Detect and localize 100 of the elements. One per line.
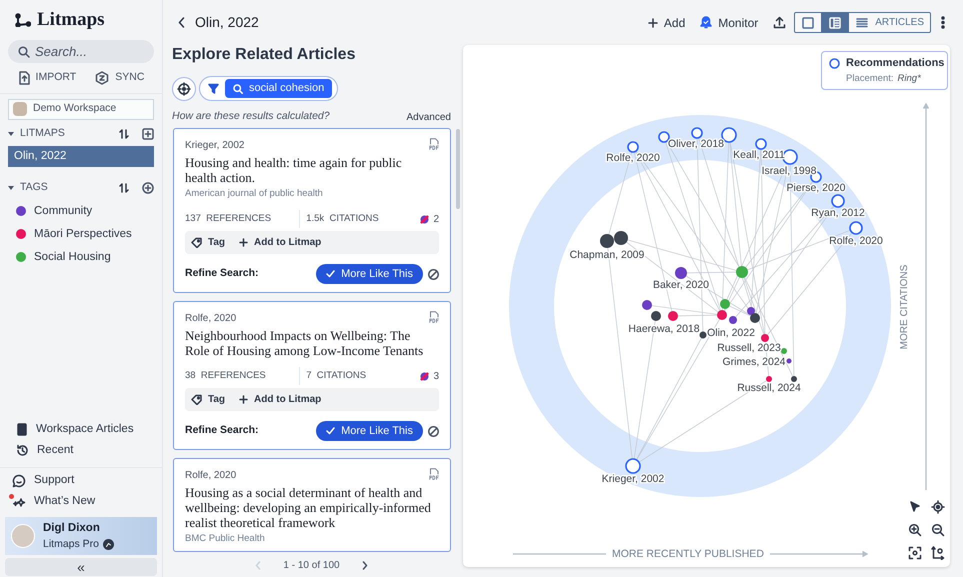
refine-search-label: Refine Search: — [185, 423, 260, 438]
sync-button[interactable]: SYNC — [91, 68, 148, 88]
article-card[interactable]: Rolfe, 2020 Housing as a social determinant of health and wellbeing: developing an empirically-informed realist theoretical framework BMC Public Health — [173, 458, 451, 552]
article-node[interactable] — [791, 376, 797, 382]
chevron-left-icon — [255, 561, 262, 570]
node-label: Haerewa, 2018 — [628, 322, 700, 335]
article-title[interactable]: Neighbourhood Impacts on Wellbeing: The Role of Housing among Low-Income Tenants — [185, 328, 439, 358]
references-count[interactable]: 38 REFERENCES — [185, 369, 300, 384]
legend-title: Recommendations — [846, 57, 944, 70]
article-title[interactable]: Housing and health: time again for public health action. — [185, 155, 439, 185]
more-menu-button[interactable] — [941, 16, 945, 29]
recommendation-node[interactable] — [831, 194, 845, 208]
recommendation-node[interactable] — [691, 127, 703, 139]
advanced-button[interactable]: Advanced — [406, 110, 451, 124]
article-node[interactable] — [736, 266, 748, 278]
nav-link[interactable]: Recent — [0, 440, 162, 461]
article-node[interactable] — [781, 348, 787, 354]
plus-icon — [648, 18, 658, 28]
node-label: Rolfe, 2020 — [829, 234, 883, 247]
monitor-button[interactable]: Monitor — [700, 14, 758, 32]
search-chip[interactable]: social cohesion — [225, 79, 332, 98]
node-label: Grimes, 2024 — [722, 356, 786, 368]
recommendation-node[interactable] — [625, 458, 641, 474]
add-to-litmap-button[interactable]: Add to Litmap — [239, 235, 322, 250]
tag-button[interactable]: Tag — [191, 392, 226, 408]
user-card[interactable]: Digl Dixon Litmaps Pro — [5, 517, 157, 555]
crosshair-button[interactable] — [930, 499, 946, 515]
map-view-toggle[interactable] — [795, 13, 822, 32]
import-button[interactable]: IMPORT — [14, 68, 80, 88]
list-view-toggle[interactable]: ARTICLES — [848, 13, 930, 32]
focus-frame-icon — [908, 546, 922, 560]
avatar-placeholder — [13, 102, 27, 116]
panel-heading: Explore Related Articles — [172, 45, 356, 65]
nav-link[interactable]: Support — [0, 470, 86, 491]
hollow-circle-icon — [829, 58, 840, 69]
zoom-in-icon — [908, 523, 922, 537]
article-node[interactable] — [675, 267, 687, 279]
article-node[interactable] — [700, 332, 706, 338]
scrollbar-thumb[interactable] — [456, 129, 460, 209]
tag-item[interactable]: Māori Perspectives — [34, 226, 132, 243]
history-icon — [16, 444, 29, 457]
search-field[interactable]: Search... — [8, 40, 154, 63]
article-node[interactable] — [614, 231, 628, 245]
tag-item[interactable]: Community — [34, 202, 92, 220]
sort-icon — [118, 128, 130, 140]
recommendation-node[interactable] — [658, 131, 670, 143]
tag-item[interactable]: Social Housing — [34, 248, 111, 266]
references-count[interactable]: 137 REFERENCES — [185, 212, 300, 226]
article-node[interactable] — [642, 300, 652, 310]
add-button[interactable]: Add — [648, 14, 686, 32]
article-node[interactable] — [651, 311, 661, 321]
article-title[interactable]: Housing as a social determinant of health and wellbeing: developing an empirically-informed realist theoretical framework — [185, 485, 439, 530]
layout-settings-button[interactable] — [930, 545, 946, 561]
focus-frame-button[interactable] — [907, 545, 923, 561]
more-like-this-button[interactable]: More Like This — [316, 421, 423, 442]
litmap-item[interactable]: Olin, 2022 — [8, 146, 154, 167]
recommendation-node[interactable] — [849, 221, 863, 235]
article-node[interactable] — [720, 299, 730, 309]
chevron-right-icon — [362, 561, 368, 570]
citations-count[interactable]: 7 CITATIONS — [306, 369, 420, 384]
legend-box[interactable]: Recommendations Placement: Ring* — [821, 51, 948, 90]
zoom-out-button[interactable] — [930, 522, 946, 538]
tag-icon — [191, 237, 202, 248]
tag-icon — [191, 394, 202, 406]
explore-mode-button[interactable] — [172, 76, 196, 100]
collapse-sidebar-button[interactable]: « — [5, 558, 157, 576]
nav-link[interactable]: What’s New — [0, 491, 108, 512]
recommendation-node[interactable] — [755, 138, 767, 150]
results-help-link[interactable]: How are these results calculated? — [172, 109, 330, 125]
add-to-litmap-button[interactable]: Add to Litmap — [239, 392, 322, 408]
app-logo-text: Litmaps — [37, 8, 105, 32]
kebab-menu-icon — [941, 16, 945, 29]
sort-icon — [118, 182, 130, 194]
article-node[interactable] — [729, 316, 737, 324]
recommendation-node[interactable] — [627, 141, 639, 153]
article-node[interactable] — [747, 307, 755, 315]
article-card[interactable]: Krieger, 2002 Housing and health: time again for public health action. American journal of public health 137 REFERENCES 1.5k CITATIONS 2 Tag Add to Litmap Refine Search: More Like This — [173, 128, 451, 294]
article-card[interactable]: Rolfe, 2020 Neighbourhood Impacts on Wellbeing: The Role of Housing among Low-Income Tenants 38 REFERENCES 7 CITATIONS 3 Tag Add to Litmap Refine Search: More Like This — [173, 301, 451, 450]
article-node[interactable] — [750, 313, 760, 323]
placement-label: Placement: — [846, 72, 894, 86]
node-label: Rolfe, 2020 — [606, 152, 660, 164]
article-node[interactable] — [786, 358, 792, 364]
caret-icon[interactable] — [8, 132, 14, 136]
article-node[interactable] — [717, 310, 727, 320]
more-like-this-button[interactable]: More Like This — [316, 264, 423, 284]
citations-count[interactable]: 1.5k CITATIONS — [306, 212, 420, 226]
zoom-in-button[interactable] — [907, 522, 923, 538]
nav-link[interactable]: Workspace Articles — [0, 419, 162, 440]
workspace-selector[interactable]: Demo Workspace — [8, 98, 154, 120]
article-node[interactable] — [761, 334, 769, 342]
tag-button[interactable]: Tag — [191, 235, 226, 250]
avatar-placeholder — [11, 524, 35, 548]
split-view-icon — [828, 16, 842, 30]
share-button[interactable] — [773, 16, 786, 29]
article-node[interactable] — [668, 311, 678, 321]
split-view-toggle[interactable] — [821, 13, 848, 32]
next-page-button[interactable] — [362, 561, 368, 570]
caret-icon[interactable] — [8, 186, 14, 190]
article-node[interactable] — [600, 234, 614, 248]
article-node[interactable] — [766, 376, 772, 382]
